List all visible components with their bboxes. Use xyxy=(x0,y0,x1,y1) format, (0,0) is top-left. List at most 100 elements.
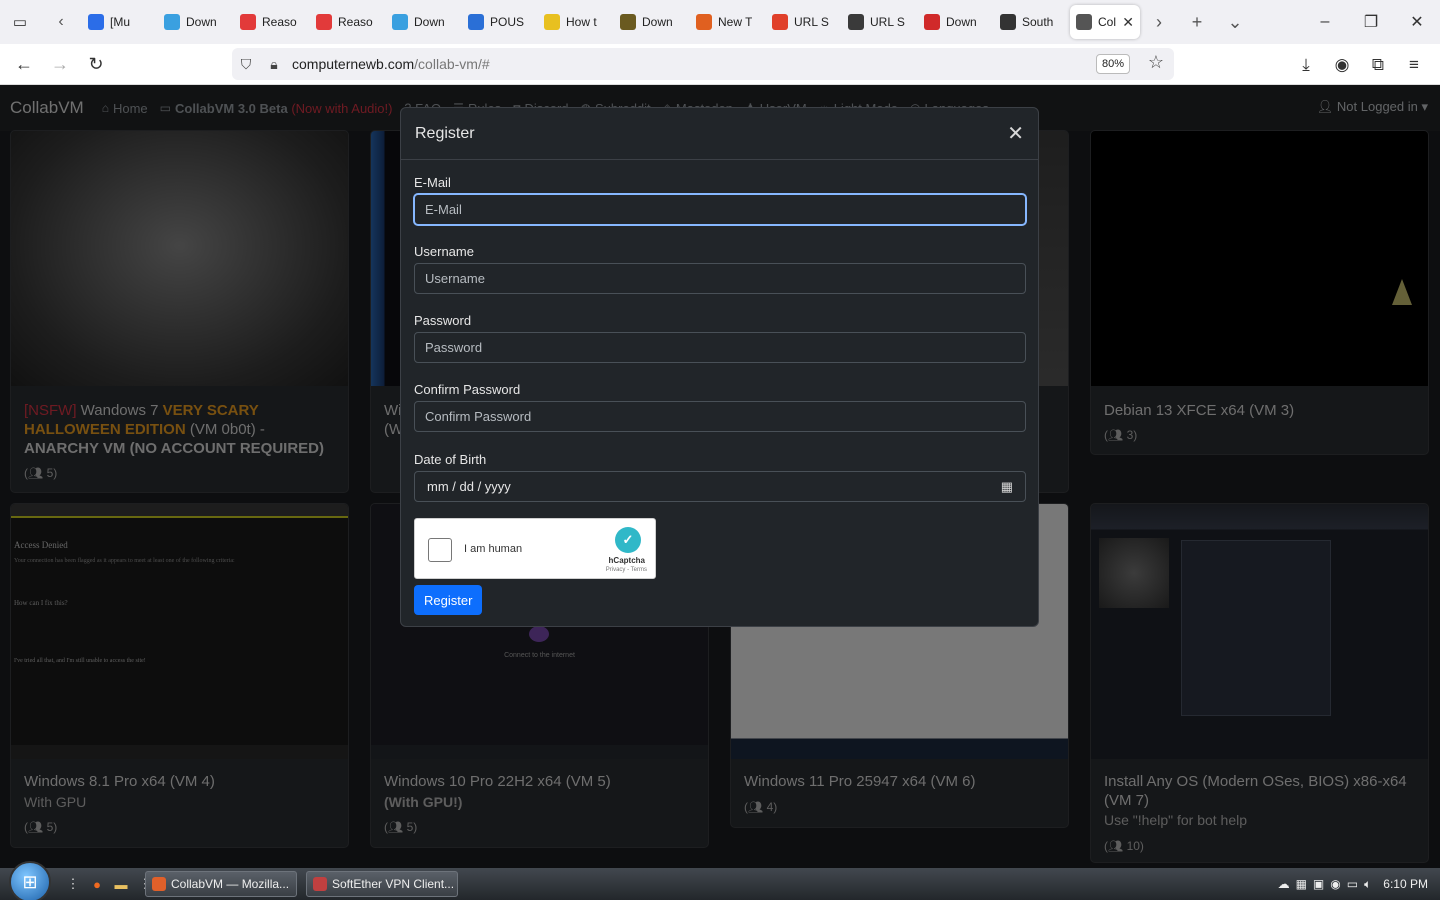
browser-tab[interactable]: Reaso xyxy=(234,5,310,39)
dob-group: Date of Birth mm / dd / yyyy ▦ xyxy=(414,452,1026,502)
captcha-checkbox[interactable] xyxy=(428,538,452,562)
browser-tab[interactable]: South xyxy=(994,5,1070,39)
downloads-icon[interactable]: ⤓ xyxy=(1288,44,1324,85)
browser-tab[interactable]: Down xyxy=(386,5,462,39)
password-field[interactable] xyxy=(414,332,1026,363)
tab-label: Down xyxy=(414,15,445,29)
hcaptcha-logo-icon: ✓ xyxy=(615,527,641,553)
bookmark-star-icon[interactable]: ☆ xyxy=(1148,52,1164,73)
browser-tab[interactable]: URL S xyxy=(766,5,842,39)
new-tab-icon[interactable]: + xyxy=(1178,0,1216,44)
forward-icon[interactable]: → xyxy=(42,44,78,85)
display-icon[interactable]: ▭ xyxy=(1347,877,1358,891)
firefox-icon[interactable]: ● xyxy=(86,874,108,894)
browser-tab[interactable]: Down xyxy=(158,5,234,39)
show-desktop-icon[interactable]: ⋮ xyxy=(62,874,84,894)
browser-tab[interactable]: Down xyxy=(918,5,994,39)
register-modal: Register ✕ E-Mail Username Password Conf… xyxy=(400,107,1039,627)
shield-icon[interactable]: ⛉ xyxy=(232,56,260,73)
tray-settings-icon[interactable]: ▣ xyxy=(1313,877,1324,891)
email-label: E-Mail xyxy=(414,175,451,190)
favicon-icon xyxy=(316,14,332,30)
start-button[interactable]: ⊞ xyxy=(9,861,51,900)
tab-label: URL S xyxy=(794,15,829,29)
quick-launch: ⋮ ● ▬ ⋮ xyxy=(62,874,158,894)
email-group: E-Mail xyxy=(414,175,1026,225)
confirm-password-field[interactable] xyxy=(414,401,1026,432)
tab-label: URL S xyxy=(870,15,905,29)
tray-record-icon[interactable]: ◉ xyxy=(1330,877,1340,891)
favicon-icon xyxy=(924,14,940,30)
dob-value: mm / dd / yyyy xyxy=(427,479,511,494)
close-tab-icon[interactable]: ✕ xyxy=(1122,14,1134,31)
taskbar-window-softether[interactable]: SoftEther VPN Client... xyxy=(306,871,458,897)
browser-tab[interactable]: Reaso xyxy=(310,5,386,39)
browser-tab[interactable]: [Mu xyxy=(82,5,158,39)
extensions-icon[interactable]: ⧉ xyxy=(1360,44,1396,85)
modal-header: Register ✕ xyxy=(401,108,1038,160)
reload-icon[interactable]: ↻ xyxy=(78,44,114,85)
address-bar[interactable]: ⛉ 🔒︎ computernewb.com/collab-vm/# 80% ☆ xyxy=(232,48,1174,80)
explorer-icon[interactable]: ▬ xyxy=(110,874,132,894)
dob-label: Date of Birth xyxy=(414,452,487,467)
password-label: Password xyxy=(414,313,472,328)
favicon-icon xyxy=(392,14,408,30)
zoom-level[interactable]: 80% xyxy=(1095,54,1130,74)
system-tray: ☁ ▦ ▣ ◉ ▭ 🔈︎ 6:10 PM xyxy=(1272,868,1428,900)
tab-label: POUS xyxy=(490,15,525,29)
taskbar: ⊞ ⋮ ● ▬ ⋮ CollabVM — Mozilla... SoftEthe… xyxy=(0,861,1440,900)
favicon-icon xyxy=(544,14,560,30)
confirm-password-group: Confirm Password xyxy=(414,382,1026,432)
back-icon[interactable]: ← xyxy=(6,44,42,85)
browser-tab[interactable]: POUS xyxy=(462,5,538,39)
register-button[interactable]: Register xyxy=(414,585,483,615)
tab-scroll-left-icon[interactable]: ‹ xyxy=(40,0,82,44)
firefox-icon xyxy=(152,877,166,891)
window-close-icon[interactable]: ✕ xyxy=(1394,0,1440,44)
favicon-icon xyxy=(848,14,864,30)
calendar-icon[interactable]: ▦ xyxy=(1001,479,1013,495)
password-group: Password xyxy=(414,313,1026,363)
lock-icon[interactable]: 🔒︎ xyxy=(260,56,288,73)
menu-icon[interactable]: ≡ xyxy=(1396,44,1432,85)
tab-scroll-right-icon[interactable]: › xyxy=(1140,0,1178,44)
browser-tab[interactable]: How t xyxy=(538,5,614,39)
browser-tab-strip: ▭ ‹ [Mu Down Reaso Reaso Down POUS How t Down Ne… xyxy=(0,0,1440,44)
account-icon[interactable]: ◉ xyxy=(1324,44,1360,85)
confirm-password-label: Confirm Password xyxy=(414,382,521,397)
softether-icon xyxy=(313,877,327,891)
tab-overview-icon[interactable]: ▭ xyxy=(0,0,40,44)
tab-label: Down xyxy=(642,15,673,29)
maximize-icon[interactable]: ❐ xyxy=(1348,0,1394,44)
tab-label: Down xyxy=(946,15,977,29)
close-icon[interactable]: ✕ xyxy=(1007,121,1024,146)
modal-title: Register xyxy=(415,124,475,142)
url-text[interactable]: computernewb.com/collab-vm/# xyxy=(292,56,490,72)
taskbar-window-firefox[interactable]: CollabVM — Mozilla... xyxy=(145,871,297,897)
browser-tab[interactable]: Down xyxy=(614,5,690,39)
dob-field[interactable]: mm / dd / yyyy ▦ xyxy=(414,471,1026,502)
username-field[interactable] xyxy=(414,263,1026,294)
minimize-icon[interactable]: – xyxy=(1302,0,1348,44)
network-icon[interactable]: ☁ xyxy=(1278,877,1290,891)
tab-label: New T xyxy=(718,15,753,29)
browser-tab-active[interactable]: Col ✕ xyxy=(1070,5,1140,39)
favicon-icon xyxy=(88,14,104,30)
tray-app-icon[interactable]: ▦ xyxy=(1296,877,1307,891)
username-group: Username xyxy=(414,244,1026,294)
clock[interactable]: 6:10 PM xyxy=(1383,877,1428,891)
username-label: Username xyxy=(414,244,474,259)
email-field[interactable] xyxy=(414,194,1026,225)
favicon-icon xyxy=(620,14,636,30)
tab-label: Reaso xyxy=(262,15,297,29)
captcha-brand: hCaptcha xyxy=(608,556,645,565)
captcha-terms[interactable]: Privacy - Terms xyxy=(606,567,647,573)
favicon-icon xyxy=(1076,14,1092,30)
tab-label: South xyxy=(1022,15,1054,29)
browser-tab[interactable]: URL S xyxy=(842,5,918,39)
browser-tab[interactable]: New T xyxy=(690,5,766,39)
volume-icon[interactable]: 🔈︎ xyxy=(1364,877,1371,892)
favicon-icon xyxy=(164,14,180,30)
tab-label: Col xyxy=(1098,15,1117,29)
tab-list-dropdown-icon[interactable]: ⌄ xyxy=(1216,0,1254,44)
